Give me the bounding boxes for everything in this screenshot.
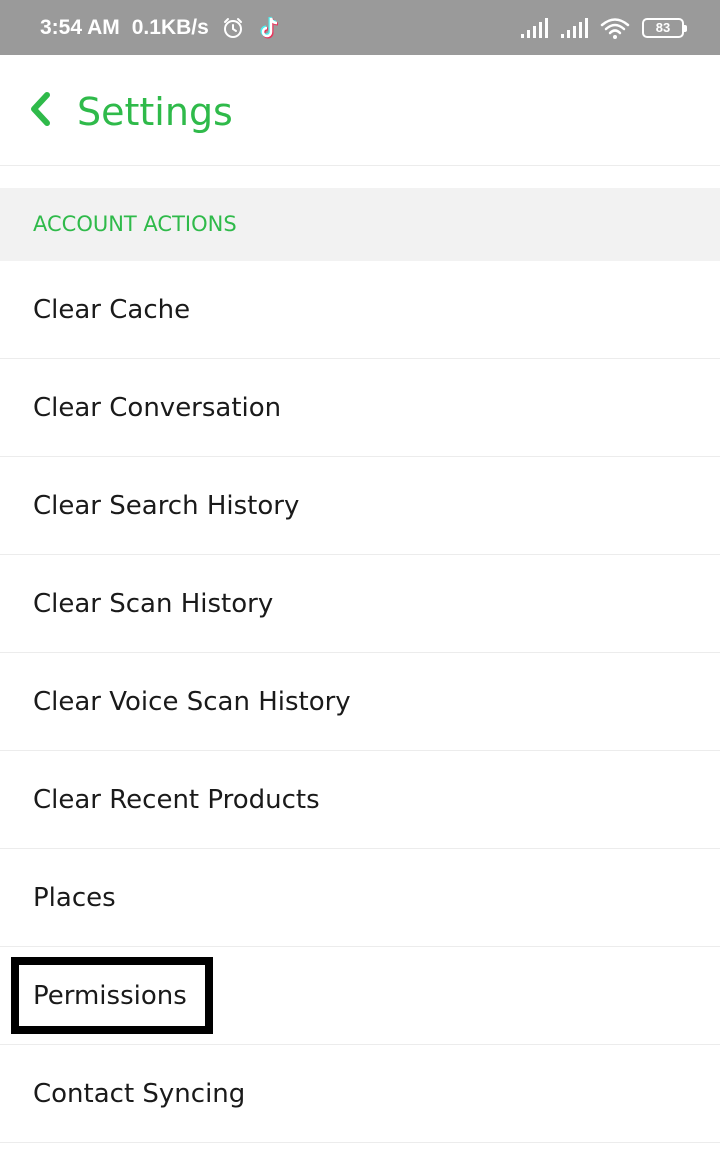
status-left: 3:54 AM 0.1KB/s — [40, 0, 281, 55]
status-right: 83 — [520, 0, 687, 55]
wifi-icon — [600, 17, 630, 39]
back-button[interactable] — [22, 89, 58, 133]
list-item-label: Clear Conversation — [33, 393, 282, 423]
list-item-contact-syncing[interactable]: Contact Syncing — [0, 1045, 720, 1143]
signal-icon — [520, 17, 548, 38]
settings-list: Clear Cache Clear Conversation Clear Sea… — [0, 261, 720, 1143]
list-item-label: Places — [33, 883, 116, 913]
battery-icon: 83 — [642, 17, 687, 38]
list-item-clear-conversation[interactable]: Clear Conversation — [0, 359, 720, 457]
list-item-clear-cache[interactable]: Clear Cache — [0, 261, 720, 359]
status-bar: 3:54 AM 0.1KB/s 83 — [0, 0, 720, 55]
alarm-icon — [221, 16, 245, 40]
signal-icon — [560, 17, 588, 38]
list-item-label: Clear Scan History — [33, 589, 274, 619]
list-item-label: Clear Cache — [33, 295, 191, 325]
list-item-label: Contact Syncing — [33, 1079, 246, 1109]
list-item-clear-recent-products[interactable]: Clear Recent Products — [0, 751, 720, 849]
network-speed: 0.1KB/s — [131, 15, 209, 39]
chevron-left-icon — [27, 91, 53, 132]
section-header: ACCOUNT ACTIONS — [0, 188, 720, 261]
page-title: Settings — [77, 90, 233, 134]
list-item-clear-voice-scan-history[interactable]: Clear Voice Scan History — [0, 653, 720, 751]
tiktok-icon — [257, 15, 281, 41]
list-item-clear-search-history[interactable]: Clear Search History — [0, 457, 720, 555]
list-item-label: Clear Search History — [33, 491, 300, 521]
list-item-clear-scan-history[interactable]: Clear Scan History — [0, 555, 720, 653]
section-title: ACCOUNT ACTIONS — [33, 212, 237, 236]
status-time: 3:54 AM — [40, 15, 120, 39]
list-item-label: Permissions — [33, 981, 187, 1011]
list-item-label: Clear Recent Products — [33, 785, 320, 815]
list-item-label: Clear Voice Scan History — [33, 687, 351, 717]
app-header: Settings — [0, 55, 720, 166]
list-item-permissions[interactable]: Permissions — [0, 947, 720, 1045]
list-item-places[interactable]: Places — [0, 849, 720, 947]
